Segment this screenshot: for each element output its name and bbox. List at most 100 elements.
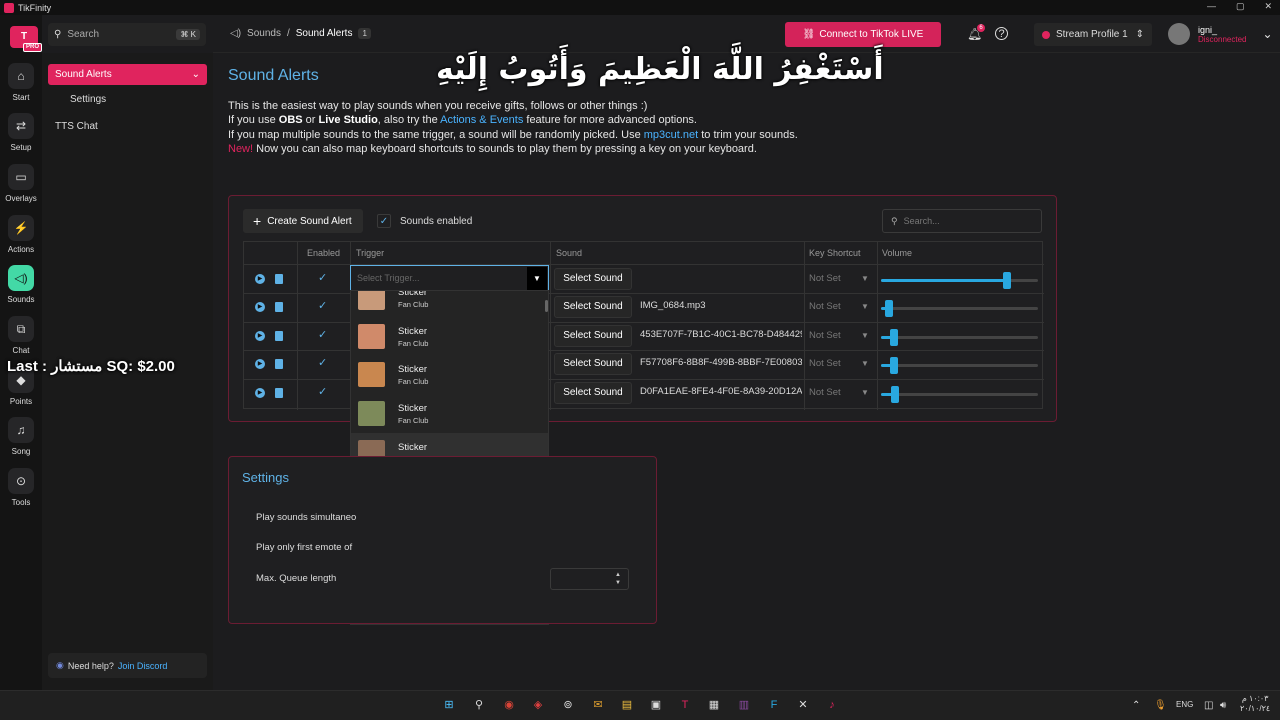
mp3cut-link[interactable]: mp3cut.net <box>644 129 698 141</box>
tray-chevron-icon[interactable]: ⌃ <box>1132 700 1140 711</box>
check-icon[interactable]: ✓ <box>377 214 391 228</box>
trigger-option[interactable]: StickerFan Club <box>351 291 548 315</box>
rail-item-label: Actions <box>7 245 35 254</box>
obs-icon[interactable]: ⊚ <box>560 697 576 713</box>
trash-icon[interactable] <box>275 388 283 398</box>
user-menu[interactable]: igni_ Disconnected ⌄ <box>1168 23 1273 45</box>
chevron-down-icon[interactable]: ▼ <box>861 274 869 283</box>
windows-start-icon[interactable]: ⊞ <box>441 697 457 713</box>
stream-profile-select[interactable]: Stream Profile 1 ⇕ <box>1034 23 1152 46</box>
key-shortcut-value[interactable]: Not Set <box>809 358 841 369</box>
key-shortcut-value[interactable]: Not Set <box>809 330 841 341</box>
enabled-checkbox[interactable]: ✓ <box>318 299 327 312</box>
chevron-down-icon[interactable]: ▼ <box>861 331 869 340</box>
tikfinity-icon[interactable]: T <box>677 697 693 713</box>
rail-item-sounds[interactable]: ◁) Sounds <box>0 265 42 304</box>
play-icon[interactable]: ▶ <box>255 331 265 341</box>
key-shortcut-value[interactable]: Not Set <box>809 273 841 284</box>
mail-icon[interactable]: ✉ <box>590 697 606 713</box>
capcut-icon[interactable]: ✕ <box>795 697 811 713</box>
select-sound-button[interactable]: Select Sound <box>554 296 632 318</box>
rail-item-start[interactable]: ⌂ Start <box>0 63 42 102</box>
volume-slider[interactable] <box>881 272 1038 289</box>
volume-slider-knob[interactable] <box>891 386 900 403</box>
select-sound-button[interactable]: Select Sound <box>554 382 632 404</box>
select-sound-button[interactable]: Select Sound <box>554 268 632 290</box>
select-sound-button[interactable]: Select Sound <box>554 353 632 375</box>
minimize-button[interactable]: — <box>1207 1 1216 12</box>
table-search-input[interactable]: ⚲ Search... <box>882 209 1042 233</box>
dropdown-arrow-icon[interactable]: ▼ <box>527 267 547 290</box>
close-button[interactable]: ✕ <box>1264 1 1272 12</box>
rail-item-overlays[interactable]: ▭ Overlays <box>0 164 42 203</box>
volume-slider-knob[interactable] <box>889 357 898 374</box>
mic-icon[interactable]: 🎙︎ <box>1154 700 1167 711</box>
sidebar-search-input[interactable]: ⚲ Search ⌘ K <box>48 23 206 46</box>
dropdown-scrollbar[interactable] <box>545 300 548 312</box>
join-discord-link[interactable]: Join Discord <box>118 661 168 671</box>
create-sound-alert-button[interactable]: + Create Sound Alert <box>243 209 363 233</box>
help-box[interactable]: ◉ Need help? Join Discord <box>48 653 207 678</box>
volume-icon[interactable]: 🔊︎ <box>1220 700 1226 711</box>
volume-slider[interactable] <box>881 386 1038 403</box>
breadcrumb-root[interactable]: Sounds <box>247 28 281 39</box>
stepper-icon[interactable]: ▲ ▼ <box>615 571 621 587</box>
rail-item-setup[interactable]: ⇄ Setup <box>0 113 42 152</box>
rail-item-actions[interactable]: ⚡ Actions <box>0 215 42 254</box>
enabled-checkbox[interactable]: ✓ <box>318 328 327 341</box>
chevron-down-icon[interactable]: ▼ <box>861 388 869 397</box>
max-queue-input[interactable]: ▲ ▼ <box>550 568 629 590</box>
play-icon[interactable]: ▶ <box>255 302 265 312</box>
wifi-icon[interactable]: ◫ <box>1204 700 1213 711</box>
trigger-select[interactable]: Select Trigger... ▼ <box>350 265 549 292</box>
clock[interactable]: ١٠:٠٣ م ٢٠/١٠/٢٤ <box>1240 694 1270 714</box>
sidebar-item-tts-chat[interactable]: TTS Chat <box>55 121 98 132</box>
connect-tiktok-button[interactable]: ⛓ Connect to TikTok LIVE <box>785 22 941 47</box>
tiktok-icon[interactable]: ♪ <box>824 697 840 713</box>
play-icon[interactable]: ▶ <box>255 359 265 369</box>
chevron-down-icon[interactable]: ▼ <box>861 359 869 368</box>
camera-icon[interactable]: ▣ <box>648 697 664 713</box>
help-icon[interactable]: ? <box>995 27 1008 40</box>
trash-icon[interactable] <box>275 302 283 312</box>
enabled-checkbox[interactable]: ✓ <box>318 385 327 398</box>
trash-icon[interactable] <box>275 274 283 284</box>
trigger-option[interactable]: StickerFan Club <box>351 317 548 354</box>
maximize-button[interactable]: ▢ <box>1236 1 1245 12</box>
volume-slider[interactable] <box>881 329 1038 346</box>
rail-item-song[interactable]: ♫ Song <box>0 417 42 456</box>
rail-item-tools[interactable]: ⊙ Tools <box>0 468 42 507</box>
sidebar-item-sound-alerts[interactable]: Sound Alerts ⌄ <box>48 64 207 85</box>
trash-icon[interactable] <box>275 359 283 369</box>
key-shortcut-value[interactable]: Not Set <box>809 301 841 312</box>
search-icon[interactable]: ⚲ <box>471 697 487 713</box>
actions-events-link[interactable]: Actions & Events <box>440 114 523 126</box>
enabled-checkbox[interactable]: ✓ <box>318 356 327 369</box>
trash-icon[interactable] <box>275 331 283 341</box>
files-icon[interactable]: F <box>766 697 782 713</box>
sidebar-item-settings[interactable]: Settings <box>70 94 106 105</box>
trigger-option[interactable]: StickerFan Club <box>351 355 548 392</box>
app-icon[interactable]: ◈ <box>530 697 546 713</box>
notes-icon[interactable]: ▦ <box>706 697 722 713</box>
select-sound-button[interactable]: Select Sound <box>554 325 632 347</box>
play-icon[interactable]: ▶ <box>255 274 265 284</box>
chevron-down-icon[interactable]: ▼ <box>861 302 869 311</box>
sound-file-name: F57708F6-8B8F-499B-8BBF-7E00803... <box>640 357 802 368</box>
volume-slider[interactable] <box>881 357 1038 374</box>
language-indicator[interactable]: ENG <box>1176 700 1193 709</box>
play-icon[interactable]: ▶ <box>255 388 265 398</box>
winrar-icon[interactable]: ▥ <box>736 697 752 713</box>
rail-item-chat[interactable]: ⧉ Chat <box>0 316 42 355</box>
key-shortcut-value[interactable]: Not Set <box>809 387 841 398</box>
folder-icon[interactable]: ▤ <box>619 697 635 713</box>
volume-slider-knob[interactable] <box>889 329 898 346</box>
volume-slider-knob[interactable] <box>884 300 893 317</box>
trigger-option[interactable]: StickerFan Club <box>351 394 548 431</box>
volume-slider-knob[interactable] <box>1002 272 1011 289</box>
brand-logo[interactable]: T PRO <box>10 26 42 52</box>
enabled-checkbox[interactable]: ✓ <box>318 271 327 284</box>
chrome-icon[interactable]: ◉ <box>501 697 517 713</box>
volume-slider[interactable] <box>881 300 1038 317</box>
sounds-enabled-toggle[interactable]: ✓ Sounds enabled <box>377 214 472 228</box>
